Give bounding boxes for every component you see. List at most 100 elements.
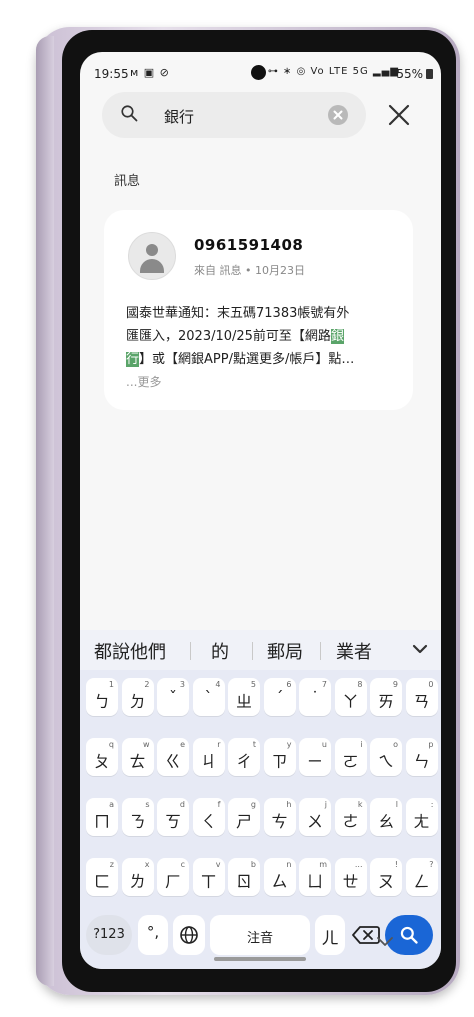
key-label: ㄔ (235, 752, 252, 771)
candidate-divider (252, 642, 253, 660)
search-highlight: 銀 (330, 329, 344, 344)
search-input[interactable]: 銀行 (164, 106, 194, 127)
symbols-key[interactable]: ?123 (86, 915, 132, 955)
screen: 19:55 ᴍ ▣ ⊘ ⊶ ∗ ◎ Vo LTE 5G ▂▄▆ 55% 銀行 訊… (80, 52, 441, 969)
key[interactable]: 9ㄞ (370, 678, 402, 716)
key[interactable]: 1ㄅ (86, 678, 118, 716)
message-meta: 來自 訊息 • 10月23日 (194, 264, 305, 277)
key-label: ㄧ (306, 752, 323, 771)
key-label: ㄙ (271, 872, 288, 891)
message-line-3-text: 】或【網銀APP/點選更多/帳戶】點… (139, 352, 355, 367)
close-search-button[interactable] (386, 102, 412, 128)
key-label: ˊ (275, 688, 284, 707)
key[interactable]: mㄩ (299, 858, 331, 896)
language-key[interactable] (173, 915, 205, 955)
key-label: ㄏ (164, 872, 181, 891)
key-label: ㄉ (129, 692, 146, 711)
key[interactable]: tㄔ (228, 738, 260, 776)
key[interactable]: fㄑ (192, 798, 225, 836)
key[interactable]: kㄜ (334, 798, 367, 836)
key[interactable]: bㄖ (228, 858, 260, 896)
key[interactable]: ? ㄥ (405, 858, 438, 896)
search-highlight: 行 (126, 352, 140, 367)
key[interactable]: ... ㄝ (334, 858, 367, 896)
key-label: ㄨ (306, 812, 323, 831)
key[interactable]: :ㄤ (405, 798, 438, 836)
key-label: ㄅ (93, 692, 110, 711)
key[interactable]: rㄐ (192, 738, 225, 776)
er-key[interactable]: ㄦ (315, 915, 345, 955)
search-bar[interactable]: 銀行 (102, 92, 366, 138)
key-label: ㄣ (413, 752, 430, 771)
message-body: 國泰世華通知：末五碼71383帳號有外 匯匯入，2023/10/25前可至【網路… (126, 302, 396, 394)
key[interactable]: 7 ˙ (299, 678, 331, 716)
key-label: ㄢ (413, 692, 430, 711)
key-label: ㄎ (164, 812, 181, 831)
candidate-word[interactable]: 郵局 (267, 638, 303, 664)
key[interactable]: 8ㄚ (334, 678, 367, 716)
key[interactable]: yㄗ (263, 738, 296, 776)
key[interactable]: oㄟ (370, 738, 402, 776)
candidate-bar: 都說他們 的 郵局 業者 (80, 630, 441, 670)
key[interactable]: 4ˋ (192, 678, 225, 716)
key-label: ˇ (169, 688, 177, 707)
key-label: ㄑ (200, 812, 217, 831)
keyboard-collapse-icon[interactable] (376, 935, 394, 949)
sender-number: 0961591408 (194, 236, 304, 254)
message-result-card[interactable]: 0961591408 來自 訊息 • 10月23日 國泰世華通知：末五碼7138… (104, 210, 413, 410)
candidate-word[interactable]: 的 (211, 638, 229, 664)
key[interactable]: pㄣ (405, 738, 438, 776)
key[interactable]: 5ㄓ (228, 678, 260, 716)
key[interactable]: vㄒ (192, 858, 225, 896)
message-line-3: 行】或【網銀APP/點選更多/帳戶】點… (126, 348, 396, 371)
key-label: ㄚ (342, 692, 359, 711)
clear-search-icon[interactable] (328, 105, 348, 125)
key[interactable]: eㄍ (157, 738, 189, 776)
key-label: ㄍ (164, 752, 181, 771)
key[interactable]: 3ˇ (157, 678, 189, 716)
status-bar: 19:55 ᴍ ▣ ⊘ ⊶ ∗ ◎ Vo LTE 5G ▂▄▆ 55% (80, 52, 441, 94)
key[interactable]: xㄌ (121, 858, 154, 896)
key[interactable]: wㄊ (121, 738, 154, 776)
candidate-word[interactable]: 業者 (336, 638, 372, 664)
key[interactable]: zㄈ (86, 858, 118, 896)
key-label: ㄓ (235, 692, 252, 711)
key[interactable]: jㄨ (299, 798, 331, 836)
key[interactable]: cㄏ (157, 858, 189, 896)
key[interactable]: aㄇ (86, 798, 118, 836)
candidate-divider (190, 642, 191, 660)
key[interactable]: iㄛ (334, 738, 367, 776)
home-indicator (214, 957, 306, 961)
key[interactable]: nㄙ (263, 858, 296, 896)
chevron-down-icon[interactable] (411, 640, 429, 658)
key-label: ˋ (204, 688, 213, 707)
key[interactable]: qㄆ (86, 738, 118, 776)
person-icon-body (140, 259, 164, 273)
key-label: ㄌ (129, 872, 146, 891)
punctuation-key[interactable]: °, (138, 915, 168, 955)
key-label: ㄛ (342, 752, 359, 771)
candidate-word[interactable]: 都說他們 (94, 638, 166, 664)
key[interactable]: uㄧ (299, 738, 331, 776)
key-label: ㄊ (129, 752, 146, 771)
key-label: ㄇ (93, 812, 110, 831)
key[interactable]: dㄎ (157, 798, 189, 836)
front-camera (251, 65, 266, 80)
key[interactable]: 6ˊ (263, 678, 296, 716)
key[interactable]: ! ㄡ (370, 858, 402, 896)
key[interactable]: lㄠ (370, 798, 402, 836)
person-icon (146, 244, 158, 256)
key[interactable]: 2ㄉ (121, 678, 154, 716)
space-key[interactable]: 注音 (210, 915, 310, 955)
er-key-label: ㄦ (321, 929, 339, 949)
key[interactable]: hㄘ (263, 798, 296, 836)
candidate-divider (320, 642, 321, 660)
key[interactable]: gㄕ (228, 798, 260, 836)
section-heading-messages: 訊息 (114, 174, 141, 189)
key[interactable]: sㄋ (121, 798, 154, 836)
show-more-link[interactable]: ...更多 (126, 371, 396, 394)
key-label: ㄞ (377, 692, 394, 711)
key[interactable]: 0ㄢ (405, 678, 438, 716)
key-label: ㄋ (129, 812, 146, 831)
battery-percentage: 55% (396, 67, 423, 81)
